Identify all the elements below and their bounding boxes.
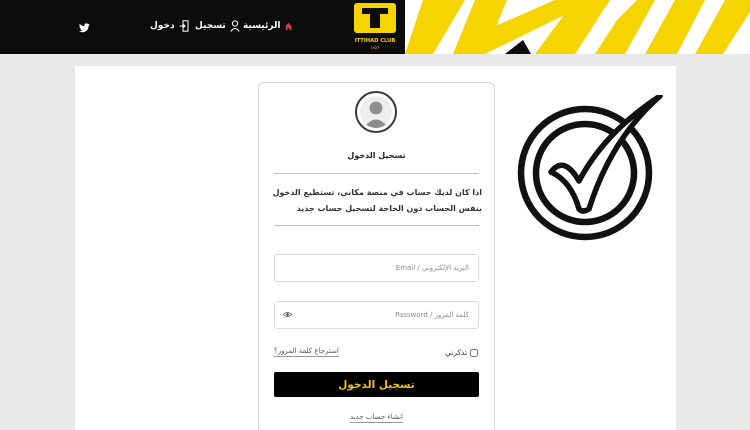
brand-stripes-banner: [405, 0, 750, 54]
divider: [274, 225, 479, 226]
default-avatar-icon: [363, 101, 389, 128]
nav-home[interactable]: الرئيسية: [237, 17, 293, 35]
remember-me[interactable]: تذكرني: [445, 348, 479, 357]
remember-label: تذكرني: [445, 348, 468, 357]
nav-login[interactable]: دخول: [146, 17, 189, 35]
brand-text: ITTIHAD CLUB: [355, 38, 396, 44]
password-input[interactable]: [275, 302, 478, 328]
nav-home-label: الرئيسية: [243, 21, 281, 31]
home-icon: [285, 22, 293, 30]
password-field[interactable]: [274, 301, 479, 329]
create-account-row: انشاء حساب جديد: [259, 413, 494, 423]
login-title: تسجيل الدخول: [347, 151, 406, 160]
login-button[interactable]: تسجيل الدخول: [274, 372, 479, 397]
nav-register[interactable]: تسجيل: [191, 17, 240, 35]
avatar: [355, 91, 397, 133]
remember-checkbox[interactable]: [470, 348, 479, 357]
twitter-link[interactable]: [78, 18, 90, 37]
email-field[interactable]: [274, 254, 479, 282]
login-card: تسجيل الدخول اذا كان لديك حساب في منصة م…: [258, 82, 495, 430]
nav-login-label: دخول: [150, 21, 175, 31]
login-icon: [179, 20, 189, 32]
login-intro-text: اذا كان لديك حساب في منصة مكاني، تستطيع …: [272, 188, 482, 213]
divider: [274, 173, 479, 174]
brand-year: 1927: [371, 46, 380, 50]
user-icon: [230, 20, 240, 32]
email-input[interactable]: [275, 255, 478, 281]
ittihad-club-logo[interactable]: ITTIHAD CLUB 1927: [352, 2, 398, 52]
forgot-password-link[interactable]: استرجاع كلمة المرور؟: [274, 347, 339, 357]
eye-icon[interactable]: [283, 311, 292, 318]
twitter-icon: [78, 23, 90, 33]
nav-register-label: تسجيل: [195, 21, 226, 31]
top-navbar: ITTIHAD CLUB 1927 الرئيسية تسجيل دخول: [0, 0, 750, 54]
checkmark-circle-icon: [513, 93, 665, 249]
create-account-link[interactable]: انشاء حساب جديد: [350, 413, 403, 423]
